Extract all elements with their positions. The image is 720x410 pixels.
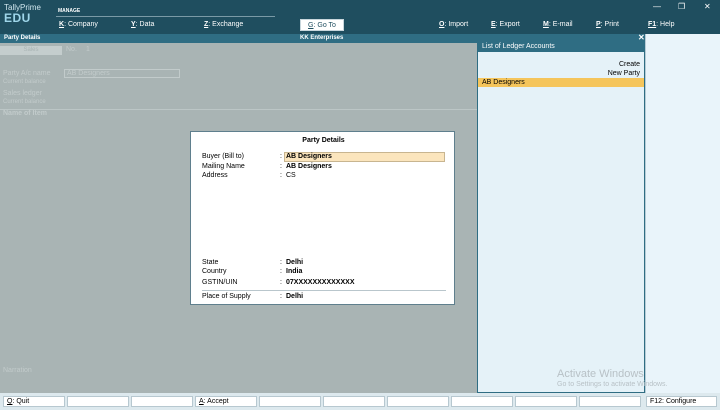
print-button[interactable]: P: Print [596,21,619,28]
menu-data-label: : Data [135,21,155,28]
voucher-no-label: No. [66,46,77,53]
menu-data[interactable]: Y: Data [131,21,154,28]
bottom-button-empty-7[interactable] [515,396,577,407]
help-label: : Help [656,21,675,28]
buyer-label: Buyer (Bill to) [202,153,245,160]
state-label: State [202,259,219,266]
menu-company-label: : Company [64,21,98,28]
email-label: : E-mail [548,21,573,28]
brand-logo: TallyPrime EDU [4,3,41,24]
current-balance-label: Current balance [3,79,46,85]
quit-label: : Quit [12,398,30,405]
bottom-button-empty-5[interactable] [387,396,449,407]
ledger-list-item[interactable]: AB Designers [478,78,644,87]
import-label: : Import [444,21,469,28]
export-button[interactable]: E: Export [491,21,520,28]
bottom-button-empty-8[interactable] [579,396,641,407]
goto-button[interactable]: G: Go To [300,19,344,31]
country-field[interactable]: India [286,268,302,275]
manage-divider [56,16,275,17]
configure-button[interactable]: F12: Configure [646,396,717,407]
help-key: F1 [648,21,657,28]
menu-exchange[interactable]: Z: Exchange [204,21,243,28]
country-colon: : [280,268,282,275]
place-of-supply-colon: : [280,293,282,300]
goto-label: : Go To [313,22,336,29]
voucher-divider [0,109,477,110]
ledger-list-panel: List of Ledger Accounts Create New Party… [477,41,645,393]
bottom-button-empty-2[interactable] [131,396,193,407]
create-label: Create [618,61,640,68]
address-field[interactable]: CS [286,172,296,179]
party-ac-field: AB Designers [64,69,180,78]
menu-company[interactable]: K: Company [59,21,98,28]
dialog-title: Party Details [302,137,345,144]
country-label: Country [202,268,227,275]
place-of-supply-label: Place of Supply [202,293,251,300]
sales-ledger-balance-label: Current balance [3,99,46,105]
bottom-button-empty-1[interactable] [67,396,129,407]
mailing-name-label: Mailing Name [202,163,245,170]
create-new-party[interactable]: Create New Party [608,60,640,78]
buyer-value: AB Designers [286,153,332,160]
mailing-name-colon: : [280,163,282,170]
new-party-label: New Party [607,70,640,77]
close-icon[interactable]: ✕ [638,33,645,42]
activation-watermark-title: Activate Windows [557,368,644,380]
bottom-button-empty-3[interactable] [259,396,321,407]
menu-exchange-label: : Exchange [208,21,244,28]
name-of-item-header: Name of Item [3,110,47,117]
email-button[interactable]: M: E-mail [543,21,573,28]
close-window-icon[interactable]: ✕ [704,2,711,11]
mailing-name-field[interactable]: AB Designers [286,163,332,170]
gstin-field[interactable]: 07XXXXXXXXXXXXX [286,279,354,286]
minimize-icon[interactable]: — [653,2,661,11]
print-label: : Print [600,21,619,28]
manage-label: MANAGE [58,8,81,14]
party-details-dialog: Party Details Buyer (Bill to) : AB Desig… [190,131,455,305]
help-button[interactable]: F1: Help [648,21,674,28]
import-button[interactable]: O: Import [439,21,468,28]
company-name: KK Enterprises [300,35,344,41]
party-ac-label: Party A/c name [3,70,51,77]
restore-icon[interactable]: ❐ [678,2,685,11]
sales-ledger-label: Sales ledger [3,90,42,97]
bottom-button-empty-4[interactable] [323,396,385,407]
narration-label: Narration [3,367,32,374]
screen-title: Party Details [4,35,41,41]
brand-edition: EDU [4,11,31,25]
accept-label: : Accept [203,398,229,405]
address-label: Address [202,172,228,179]
export-label: : Export [495,21,520,28]
voucher-type-pill: Sales [0,46,62,55]
dialog-divider [202,290,446,291]
gstin-label: GSTIN/UIN [202,279,238,286]
place-of-supply-field[interactable]: Delhi [286,293,303,300]
state-colon: : [280,259,282,266]
top-menu-bar: TallyPrime EDU MANAGE K: Company Y: Data… [0,0,720,34]
voucher-no-value: 1 [86,46,90,53]
buyer-colon: : [280,153,282,160]
state-field[interactable]: Delhi [286,259,303,266]
gstin-colon: : [280,279,282,286]
accept-button[interactable]: A: Accept [195,396,257,407]
ledger-list-title: List of Ledger Accounts [478,42,644,52]
address-colon: : [280,172,282,179]
activation-watermark-text: Go to Settings to activate Windows. [557,381,668,388]
bottom-button-empty-6[interactable] [451,396,513,407]
quit-button[interactable]: Q: Quit [3,396,65,407]
bottom-button-bar: Q: Quit A: Accept F12: Configure [0,393,720,410]
button-panel [645,34,720,393]
